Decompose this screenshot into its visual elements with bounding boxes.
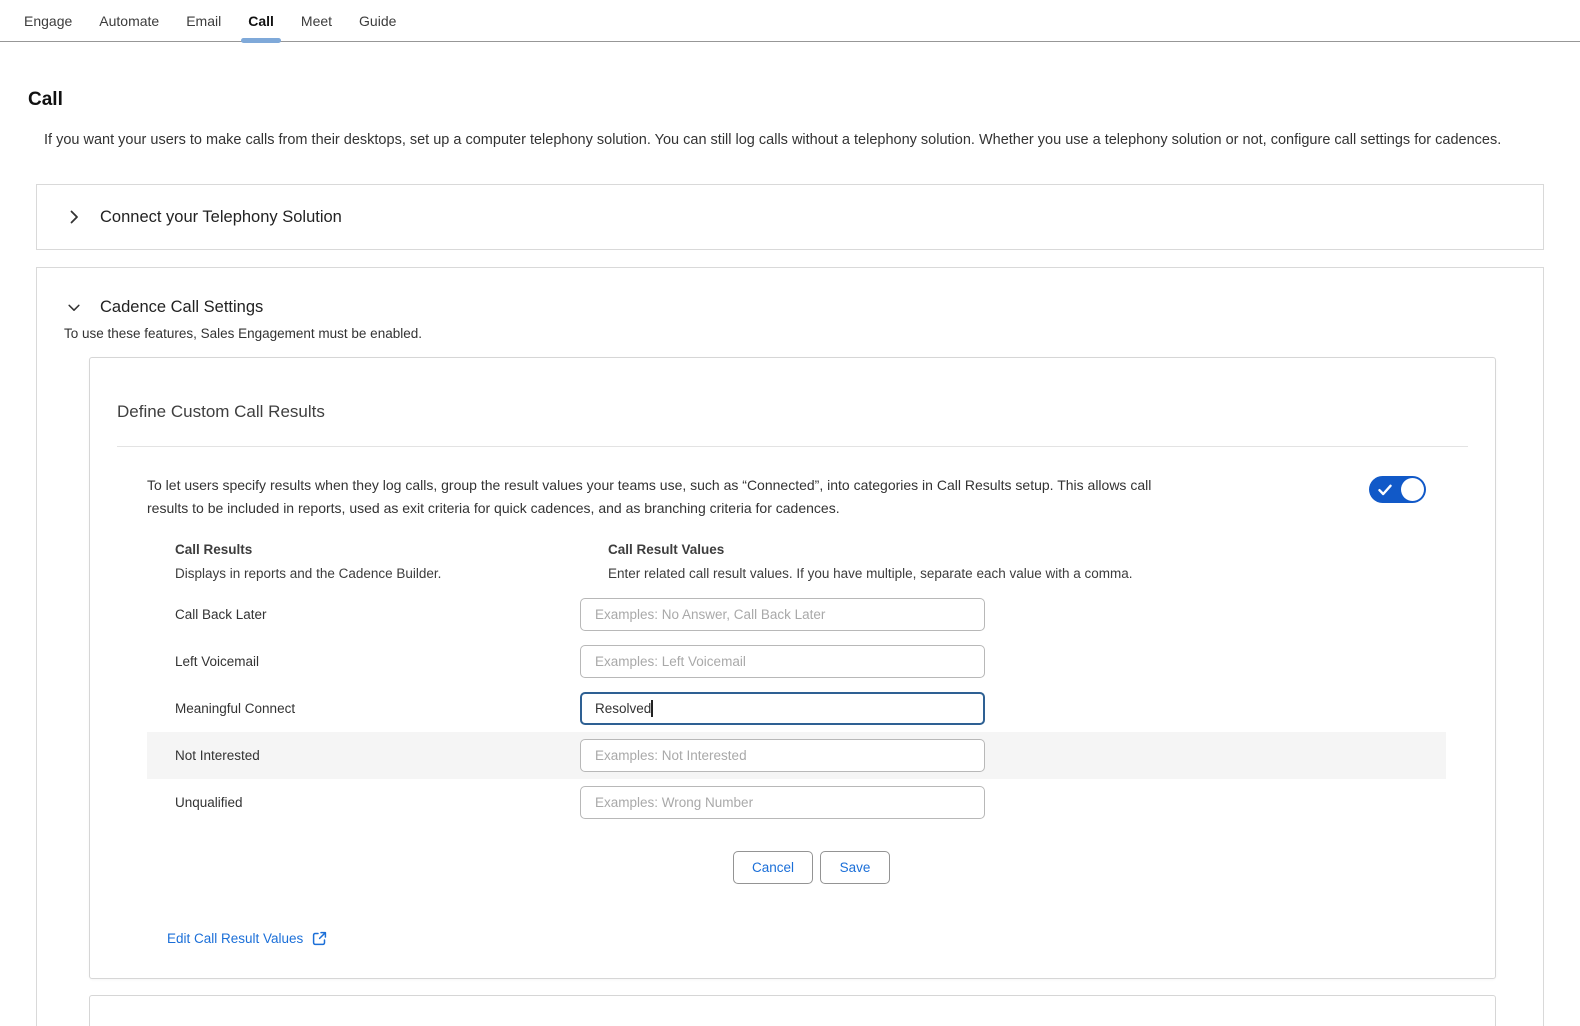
text-caret xyxy=(651,700,653,717)
card-description: To let users specify results when they l… xyxy=(147,474,1182,520)
tab-meet[interactable]: Meet xyxy=(301,13,332,41)
card-divider xyxy=(117,446,1468,447)
telephony-panel[interactable]: Connect your Telephony Solution xyxy=(36,184,1544,250)
chevron-down-icon xyxy=(67,302,81,314)
call-result-value-input[interactable] xyxy=(580,645,985,678)
table-row: Unqualified xyxy=(147,779,1446,826)
col-call-results-subheader: Displays in reports and the Cadence Buil… xyxy=(175,566,608,581)
call-results-card: Define Custom Call Results To let users … xyxy=(89,357,1496,979)
row-label: Call Back Later xyxy=(175,607,580,622)
table-row: Not Interested xyxy=(147,732,1446,779)
page-description: If you want your users to make calls fro… xyxy=(44,129,1522,151)
cadence-panel: Cadence Call Settings To use these featu… xyxy=(36,267,1544,1026)
cadence-panel-note: To use these features, Sales Engagement … xyxy=(64,326,1543,341)
tab-guide[interactable]: Guide xyxy=(359,13,396,41)
row-label: Not Interested xyxy=(175,748,580,763)
call-result-value-input[interactable] xyxy=(580,598,985,631)
tab-call[interactable]: Call xyxy=(248,13,274,41)
chevron-right-icon xyxy=(67,209,81,225)
row-label: Unqualified xyxy=(175,795,580,810)
card-title: Define Custom Call Results xyxy=(90,402,1495,422)
save-button[interactable]: Save xyxy=(820,851,890,884)
external-link-icon xyxy=(312,931,327,946)
table-row: Left Voicemail xyxy=(147,638,1446,685)
call-results-table: Call Back Later Left Voicemail Meaningfu… xyxy=(147,591,1446,826)
tab-engage[interactable]: Engage xyxy=(24,13,72,41)
page-title: Call xyxy=(28,89,1552,111)
row-label: Left Voicemail xyxy=(175,654,580,669)
main-content: Call If you want your users to make call… xyxy=(0,42,1580,151)
call-result-value-input[interactable] xyxy=(580,739,985,772)
cadence-panel-title: Cadence Call Settings xyxy=(100,298,263,317)
table-row: Call Back Later xyxy=(147,591,1446,638)
col-call-result-values-header: Call Result Values xyxy=(608,542,724,557)
top-nav: Engage Automate Email Call Meet Guide xyxy=(0,0,1580,42)
next-settings-card xyxy=(89,995,1496,1026)
call-result-value-input-focused[interactable] xyxy=(580,692,985,725)
cancel-button[interactable]: Cancel xyxy=(733,851,813,884)
cadence-panel-header[interactable]: Cadence Call Settings xyxy=(37,268,1543,317)
col-call-results-header: Call Results xyxy=(175,542,608,557)
edit-call-result-values-link[interactable]: Edit Call Result Values xyxy=(167,931,303,946)
telephony-panel-title: Connect your Telephony Solution xyxy=(100,208,342,227)
call-results-toggle[interactable] xyxy=(1369,476,1426,503)
tab-email[interactable]: Email xyxy=(186,13,221,41)
row-label: Meaningful Connect xyxy=(175,701,580,716)
tab-automate[interactable]: Automate xyxy=(99,13,159,41)
check-icon xyxy=(1378,483,1392,501)
toggle-knob xyxy=(1401,478,1424,501)
col-call-result-values-subheader: Enter related call result values. If you… xyxy=(608,566,1133,581)
call-result-value-input[interactable] xyxy=(580,786,985,819)
table-row: Meaningful Connect xyxy=(147,685,1446,732)
